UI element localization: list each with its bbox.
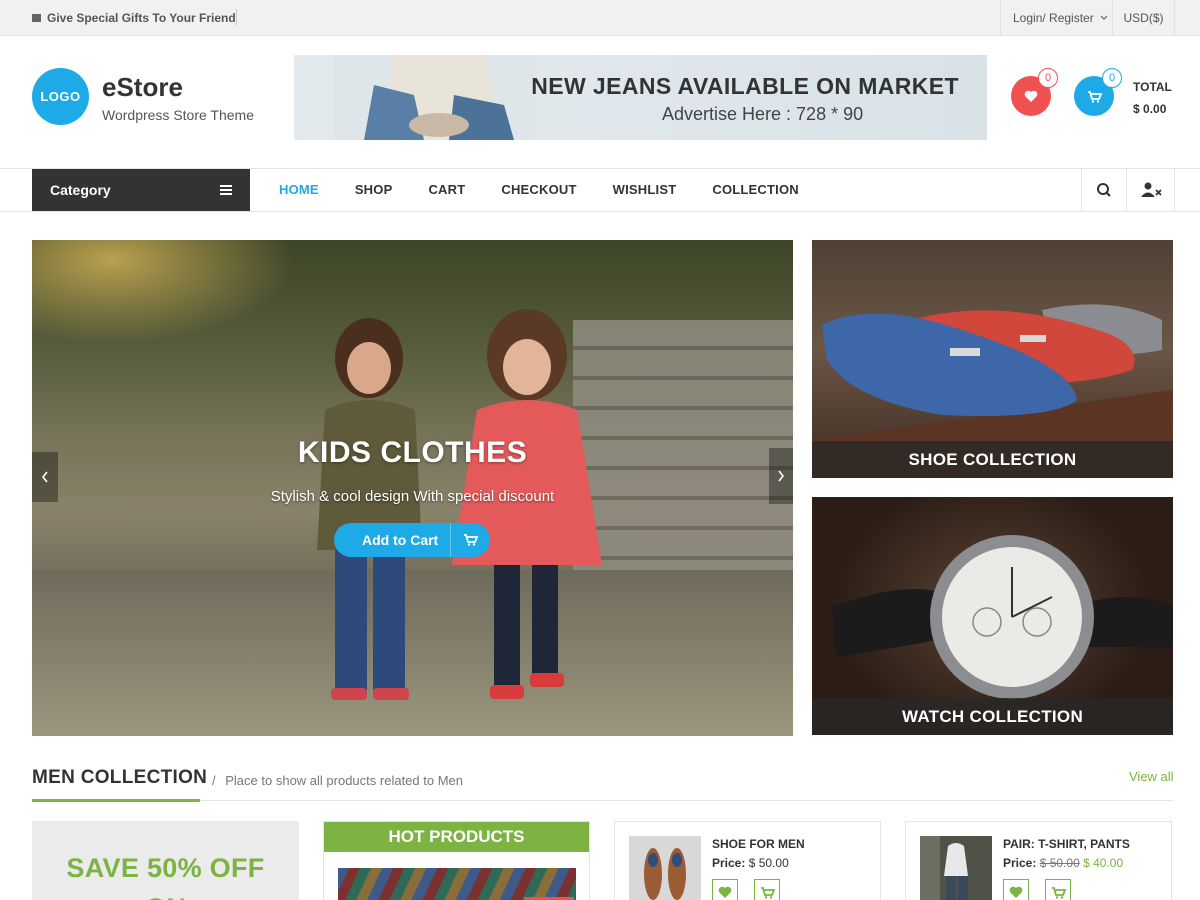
- slide-subtitle: Stylish & cool design With special disco…: [270, 488, 555, 505]
- product-image-outfit[interactable]: [920, 836, 992, 900]
- slide-title: KIDS CLOTHES: [297, 436, 528, 469]
- slider-next-button[interactable]: [769, 448, 793, 504]
- promo-text-extra: ON: [32, 893, 299, 900]
- product-image-shoe[interactable]: [629, 836, 701, 900]
- shoe-collection-tile[interactable]: SHOE COLLECTION: [812, 240, 1173, 478]
- banner-title: NEW JEANS AVAILABLE ON MARKET: [531, 73, 959, 99]
- logo-text: LOGO: [40, 89, 81, 104]
- heart-icon: [718, 886, 732, 898]
- add-to-cart-button[interactable]: [1045, 879, 1071, 900]
- price-value: $ 40.00: [1083, 856, 1124, 870]
- hot-products-title: HOT PRODUCTS: [324, 822, 589, 852]
- chevron-right-icon: [778, 470, 785, 482]
- price-label: Price:: [712, 856, 746, 870]
- login-register-label: Login/ Register: [1013, 11, 1094, 25]
- section-divider: [32, 800, 1173, 801]
- add-to-wishlist-button[interactable]: [712, 879, 738, 900]
- add-to-cart-button[interactable]: [754, 879, 780, 900]
- chevron-down-icon: [1100, 15, 1108, 20]
- shoe-collection-caption: SHOE COLLECTION: [812, 441, 1173, 478]
- promo-label: Give Special Gifts To Your Friend: [47, 11, 236, 25]
- advertisement-banner[interactable]: NEW JEANS AVAILABLE ON MARKET Advertise …: [294, 55, 987, 140]
- search-icon: [1097, 183, 1111, 197]
- search-button[interactable]: [1081, 169, 1126, 211]
- hamburger-icon: [220, 185, 232, 195]
- product-price: Price: $ 50.00 $ 40.00: [1003, 856, 1123, 870]
- category-label: Category: [50, 182, 111, 198]
- top-bar: Give Special Gifts To Your Friend Login/…: [0, 0, 1200, 36]
- product-card: PAIR: T-SHIRT, PANTS Price: $ 50.00 $ 40…: [905, 821, 1172, 900]
- watch-collection-caption: WATCH COLLECTION: [812, 698, 1173, 735]
- currency-switcher[interactable]: USD($): [1112, 0, 1175, 36]
- product-name[interactable]: SHOE FOR MEN: [712, 837, 805, 851]
- gift-icon: [32, 14, 41, 22]
- cart-total-label: TOTAL: [1133, 80, 1172, 94]
- cart-total-value: $ 0.00: [1133, 102, 1167, 116]
- site-tagline: Wordpress Store Theme: [102, 107, 254, 123]
- chevron-left-icon: [41, 471, 48, 483]
- cart-icon: [761, 887, 776, 899]
- logo[interactable]: LOGO: [32, 68, 89, 125]
- nav-item-collection[interactable]: COLLECTION: [712, 169, 799, 211]
- product-name[interactable]: PAIR: T-SHIRT, PANTS: [1003, 837, 1130, 851]
- nav-item-checkout[interactable]: CHECKOUT: [501, 169, 576, 211]
- section-description-text: Place to show all products related to Me…: [225, 773, 463, 788]
- user-account-button[interactable]: [1126, 169, 1175, 211]
- site-title[interactable]: eStore: [102, 72, 183, 103]
- promo-banner[interactable]: SAVE 50% OFF ON: [32, 821, 299, 900]
- nav-menu: HOME SHOP CART CHECKOUT WISHLIST COLLECT…: [279, 169, 835, 211]
- nav-item-shop[interactable]: SHOP: [355, 169, 393, 211]
- promo-text: Give Special Gifts To Your Friend: [32, 11, 236, 25]
- section-description: / Place to show all products related to …: [212, 773, 463, 788]
- add-to-cart-label: Add to Cart: [362, 532, 439, 548]
- price-label: Price:: [1003, 856, 1037, 870]
- section-divider-accent: [32, 799, 200, 802]
- price-value: $ 50.00: [748, 856, 789, 870]
- cart-icon: [450, 523, 490, 557]
- main-navigation: Category HOME SHOP CART CHECKOUT WISHLIS…: [0, 168, 1200, 212]
- hot-products-widget: HOT PRODUCTS: [323, 821, 590, 900]
- section-separator: /: [212, 773, 216, 788]
- login-register-dropdown[interactable]: Login/ Register: [1000, 0, 1112, 36]
- divider: [236, 9, 237, 26]
- user-icon: [1141, 182, 1162, 197]
- add-to-cart-button[interactable]: Add to Cart: [334, 523, 490, 557]
- watch-collection-tile[interactable]: WATCH COLLECTION: [812, 497, 1173, 735]
- category-menu-button[interactable]: Category: [32, 169, 250, 211]
- cart-icon: [1052, 887, 1067, 899]
- banner-subtitle: Advertise Here : 728 * 90: [662, 104, 864, 124]
- section-title: MEN COLLECTION: [32, 767, 208, 788]
- wishlist-count-badge: 0: [1038, 68, 1058, 88]
- view-all-link[interactable]: View all: [1129, 769, 1174, 784]
- cart-count-badge: 0: [1102, 68, 1122, 88]
- heart-icon: [1009, 886, 1023, 898]
- nav-item-cart[interactable]: CART: [428, 169, 465, 211]
- nav-item-wishlist[interactable]: WISHLIST: [613, 169, 677, 211]
- add-to-wishlist-button[interactable]: [1003, 879, 1029, 900]
- product-card: SHOE FOR MEN Price: $ 50.00: [614, 821, 881, 900]
- hot-product-image[interactable]: [338, 868, 576, 900]
- hero-slider[interactable]: KIDS CLOTHES Stylish & cool design With …: [32, 240, 793, 736]
- currency-label: USD($): [1123, 11, 1164, 25]
- product-price: Price: $ 50.00: [712, 856, 789, 870]
- nav-item-home[interactable]: HOME: [279, 169, 319, 211]
- promo-text: SAVE 50% OFF: [66, 853, 265, 883]
- slider-prev-button[interactable]: [32, 452, 58, 502]
- old-price-value: $ 50.00: [1039, 856, 1080, 870]
- banner-model-image: [334, 55, 534, 140]
